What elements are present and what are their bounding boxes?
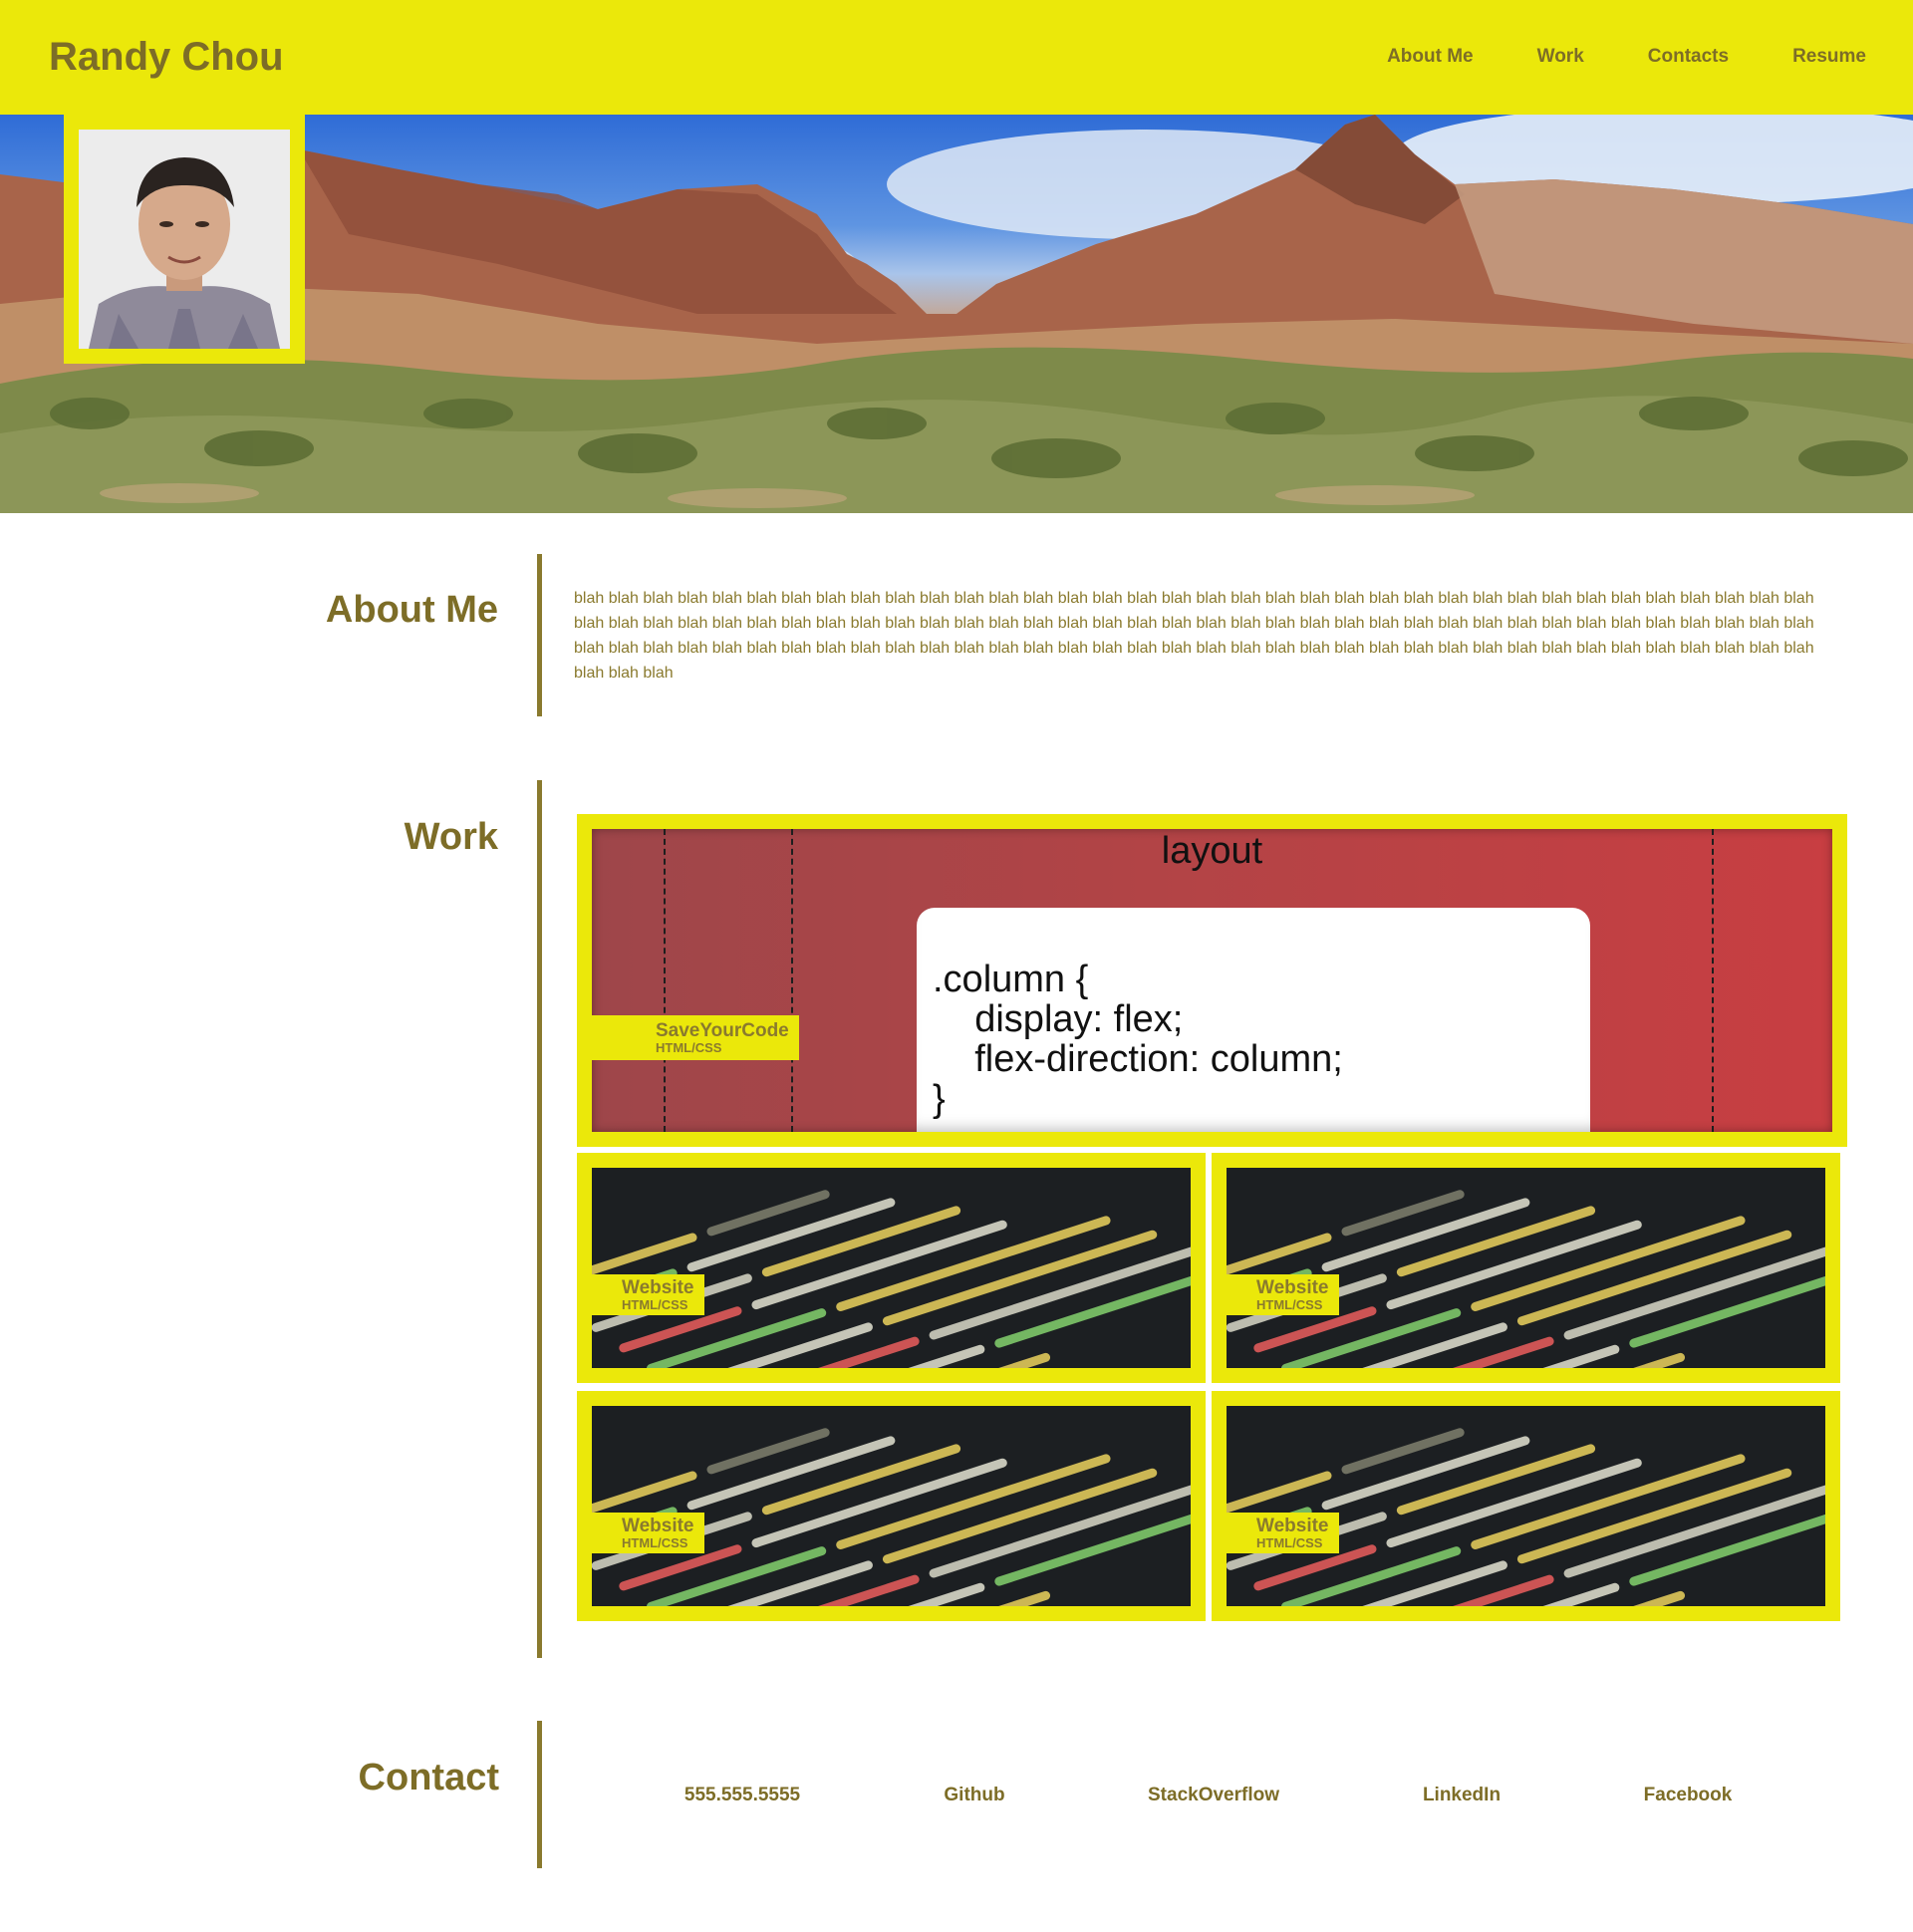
code-screenshot-illustration <box>592 1406 1191 1606</box>
code-line: display: flex; <box>933 998 1184 1040</box>
nav-work[interactable]: Work <box>1537 45 1584 69</box>
main-nav: About Me Work Contacts Resume <box>1323 45 1866 69</box>
site-brand[interactable]: Randy Chou <box>49 35 284 80</box>
project-tech: HTML/CSS <box>622 1535 688 1550</box>
project-thumbnail <box>592 1406 1191 1606</box>
project-name: SaveYourCode <box>656 1020 789 1041</box>
project-caption: Website HTML/CSS <box>592 1274 704 1315</box>
contact-linkedin-link[interactable]: LinkedIn <box>1423 1784 1501 1807</box>
project-caption: Website HTML/CSS <box>1227 1274 1339 1315</box>
about-paragraph: blah blah blah blah blah blah blah blah … <box>574 590 1814 682</box>
code-screenshot-illustration <box>1227 1406 1825 1606</box>
project-tech: HTML/CSS <box>1256 1535 1323 1550</box>
profile-photo-frame <box>64 115 305 364</box>
nav-about-me[interactable]: About Me <box>1387 45 1474 69</box>
project-thumbnail <box>592 1168 1191 1368</box>
nav-resume[interactable]: Resume <box>1792 45 1866 69</box>
contact-section-title: Contact <box>358 1757 499 1798</box>
project-name: Website <box>622 1516 694 1536</box>
layout-guide-line <box>791 829 793 1132</box>
layout-guide-line <box>1712 829 1714 1132</box>
project-thumbnail <box>1227 1406 1825 1606</box>
contact-phone-link[interactable]: 555.555.5555 <box>684 1784 800 1807</box>
layout-guide-line <box>664 829 666 1132</box>
work-divider <box>537 780 542 1658</box>
nav-contacts[interactable]: Contacts <box>1648 45 1729 69</box>
code-line: } <box>933 1078 946 1120</box>
code-line: .column { <box>933 959 1089 1000</box>
contact-divider <box>537 1721 542 1868</box>
avatar-portrait <box>79 130 290 349</box>
work-section-title: Work <box>404 816 498 858</box>
featured-image-heading: layout <box>1161 830 1263 872</box>
code-screenshot-illustration <box>592 1168 1191 1368</box>
project-caption: Website HTML/CSS <box>592 1513 704 1553</box>
project-tech: HTML/CSS <box>1256 1297 1323 1312</box>
about-divider <box>537 554 542 716</box>
about-section-title: About Me <box>325 589 498 631</box>
project-card[interactable]: Website HTML/CSS <box>577 1153 1206 1383</box>
project-name: Website <box>1256 1277 1329 1298</box>
profile-photo <box>79 130 290 349</box>
contact-stackoverflow-link[interactable]: StackOverflow <box>1148 1784 1279 1807</box>
code-screenshot-illustration <box>1227 1168 1825 1368</box>
code-snippet-card: .column { display: flex; flex-direction:… <box>917 908 1590 1132</box>
project-thumbnail <box>1227 1168 1825 1368</box>
featured-project-image: layout .column { display: flex; flex-dir… <box>592 829 1832 1132</box>
contact-facebook-link[interactable]: Facebook <box>1644 1784 1733 1807</box>
featured-project-card[interactable]: layout .column { display: flex; flex-dir… <box>577 814 1847 1147</box>
code-line: flex-direction: column; <box>933 1038 1343 1080</box>
project-tech: HTML/CSS <box>622 1297 688 1312</box>
project-card[interactable]: Website HTML/CSS <box>577 1391 1206 1621</box>
project-card[interactable]: Website HTML/CSS <box>1212 1153 1840 1383</box>
project-caption: Website HTML/CSS <box>1227 1513 1339 1553</box>
project-name: Website <box>622 1277 694 1298</box>
featured-project-caption: SaveYourCode HTML/CSS <box>592 1015 799 1060</box>
site-header: Randy Chou About Me Work Contacts Resume <box>0 0 1913 115</box>
contact-github-link[interactable]: Github <box>944 1784 1004 1807</box>
project-name: Website <box>1256 1516 1329 1536</box>
project-tech: HTML/CSS <box>656 1040 722 1055</box>
project-card[interactable]: Website HTML/CSS <box>1212 1391 1840 1621</box>
